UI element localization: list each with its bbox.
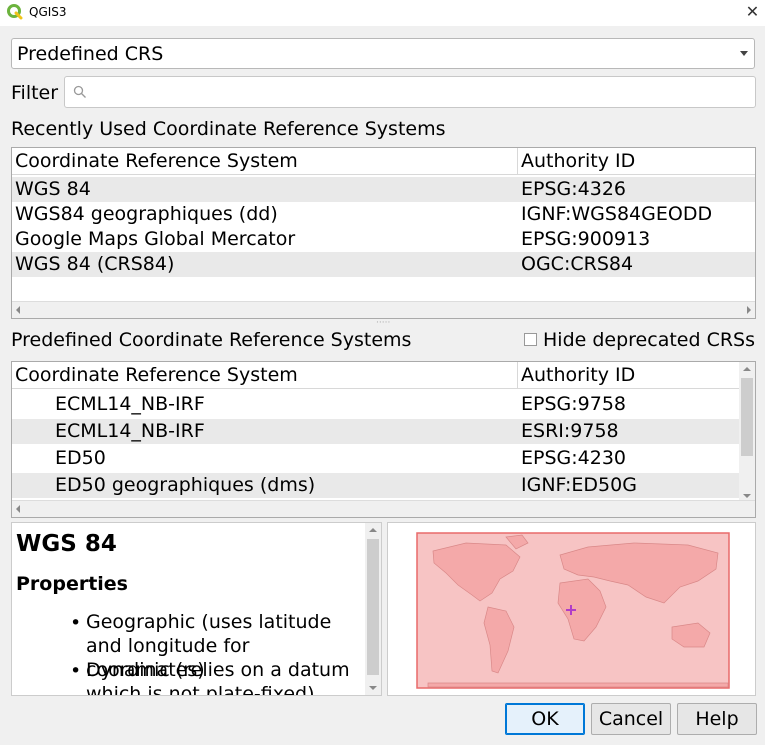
authority-id: IGNF:WGS84GEODD: [521, 203, 713, 225]
authority-id: EPSG:4230: [521, 447, 627, 469]
hide-deprecated-checkbox[interactable]: [524, 333, 537, 346]
filter-input[interactable]: [64, 76, 756, 108]
bullet-icon: •: [70, 660, 82, 682]
recent-crs-table[interactable]: Coordinate Reference System Authority ID…: [11, 147, 756, 319]
table-row[interactable]: ED50 EPSG:4230: [12, 446, 739, 471]
crs-info-panel: WGS 84 Properties • Geographic (uses lat…: [11, 522, 382, 696]
table-row[interactable]: ECML14_NB-IRF ESRI:9758: [12, 419, 739, 444]
authority-id: ESRI:9758: [521, 420, 619, 442]
authority-id: OGC:CRS84: [521, 253, 634, 275]
table-row[interactable]: WGS 84 (CRS84) OGC:CRS84: [12, 252, 755, 277]
crs-name: WGS 84: [15, 178, 91, 200]
scroll-thumb[interactable]: [741, 378, 753, 456]
table-row[interactable]: Google Maps Global Mercator EPSG:900913: [12, 227, 755, 252]
horizontal-scrollbar[interactable]: [12, 500, 755, 517]
predefined-crs-table[interactable]: Coordinate Reference System Authority ID…: [11, 361, 756, 518]
crs-name: ED50: [55, 447, 106, 469]
vertical-scrollbar[interactable]: [739, 362, 755, 503]
authority-id: IGNF:ED50G: [521, 474, 637, 496]
table-row[interactable]: WGS 84 EPSG:4326: [12, 177, 755, 202]
scroll-left-icon[interactable]: [16, 306, 20, 314]
table-header: Coordinate Reference System Authority ID: [12, 362, 739, 389]
crs-mode-select[interactable]: Predefined CRS: [11, 38, 755, 69]
authority-id: EPSG:4326: [521, 178, 627, 200]
crs-extent-map: [387, 522, 756, 696]
crs-mode-value: Predefined CRS: [17, 43, 164, 65]
table-row[interactable]: ECML14_NB-IRF EPSG:9758: [12, 392, 739, 417]
scroll-thumb[interactable]: [367, 539, 379, 675]
hide-deprecated-label[interactable]: Hide deprecated CRSs: [543, 329, 755, 351]
window-title: QGIS3: [29, 5, 67, 19]
crs-name: ED50 geographiques (dms): [55, 474, 316, 496]
crs-name: ECML14_NB-IRF: [55, 393, 205, 415]
horizontal-scrollbar[interactable]: [12, 301, 755, 318]
crs-name: ECML14_NB-IRF: [55, 420, 205, 442]
help-button[interactable]: Help: [677, 703, 757, 735]
crs-name: WGS84 geographiques (dd): [15, 203, 278, 225]
crs-title: WGS 84: [16, 531, 117, 557]
column-header-crs[interactable]: Coordinate Reference System: [12, 362, 517, 388]
scroll-up-icon[interactable]: [743, 367, 751, 371]
property-item: Dynamic (relies on a datum which is not …: [86, 659, 350, 696]
table-row[interactable]: WGS84 geographiques (dd) IGNF:WGS84GEODD: [12, 202, 755, 227]
ok-button[interactable]: OK: [505, 703, 585, 735]
close-icon[interactable]: ✕: [740, 1, 765, 23]
authority-id: EPSG:900913: [521, 228, 651, 250]
scroll-down-icon[interactable]: [743, 494, 751, 498]
recent-heading: Recently Used Coordinate Reference Syste…: [11, 118, 446, 140]
table-header: Coordinate Reference System Authority ID: [12, 148, 755, 175]
crs-name: Google Maps Global Mercator: [15, 228, 296, 250]
chevron-down-icon: [740, 51, 748, 56]
scroll-right-icon[interactable]: [747, 306, 751, 314]
antarctica: [427, 682, 729, 688]
world-map: [416, 532, 730, 689]
table-row[interactable]: ED50 geographiques (dms) IGNF:ED50G: [12, 473, 739, 498]
column-header-authority[interactable]: Authority ID: [517, 148, 755, 174]
crs-name: WGS 84 (CRS84): [15, 253, 175, 275]
bullet-icon: •: [70, 612, 82, 634]
column-header-crs[interactable]: Coordinate Reference System: [12, 148, 517, 174]
scroll-down-icon[interactable]: [369, 686, 377, 690]
column-header-authority[interactable]: Authority ID: [517, 362, 739, 388]
cancel-button[interactable]: Cancel: [591, 703, 671, 735]
qgis-icon: [7, 4, 23, 20]
scroll-up-icon[interactable]: [369, 528, 377, 532]
authority-id: EPSG:9758: [521, 393, 627, 415]
scroll-left-icon[interactable]: [16, 505, 20, 513]
search-icon: [73, 85, 86, 98]
predefined-heading: Predefined Coordinate Reference Systems: [11, 329, 412, 351]
filter-label: Filter: [11, 82, 59, 104]
properties-heading: Properties: [16, 573, 128, 595]
title-bar: [0, 0, 765, 26]
splitter-handle[interactable]: ·····: [376, 318, 390, 328]
vertical-scrollbar[interactable]: [365, 523, 381, 695]
